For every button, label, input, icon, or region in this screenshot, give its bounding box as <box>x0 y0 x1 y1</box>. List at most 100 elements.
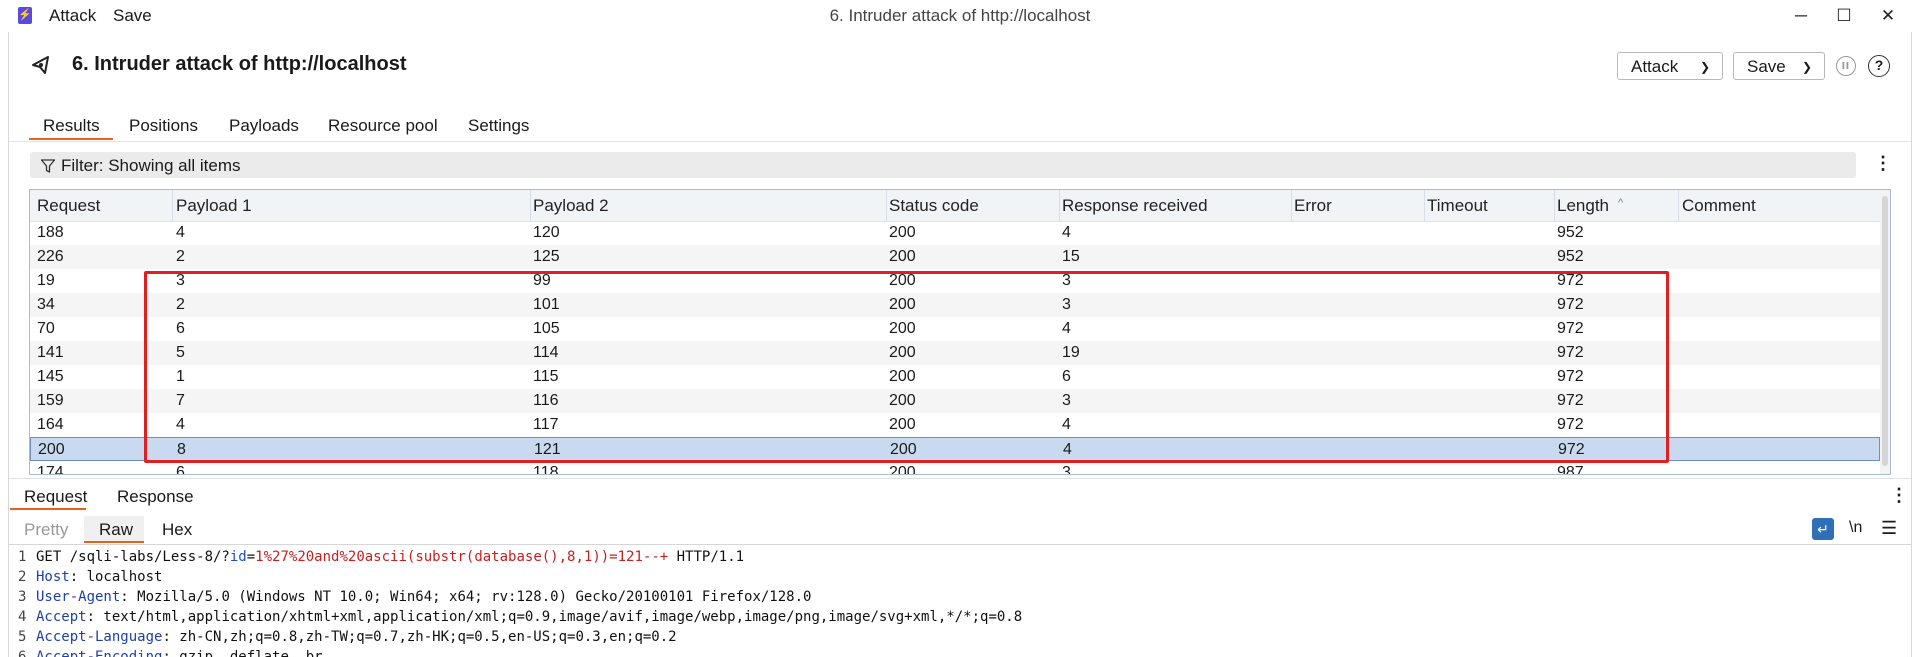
header-value: : text/html,application/xhtml+xml,applic… <box>86 609 1023 625</box>
chevron-down-icon: ❯ <box>1699 60 1710 74</box>
cell-payload-2: 120 <box>533 224 560 241</box>
cell-request: 141 <box>37 344 64 361</box>
cell-length: 952 <box>1557 224 1584 241</box>
column-header-comment[interactable]: Comment <box>1682 196 1756 216</box>
attack-dropdown-button[interactable]: Attack ❯ <box>1617 52 1723 80</box>
more-options-icon[interactable]: ⋮ <box>1890 485 1908 506</box>
query-equals: = <box>246 549 256 565</box>
header-name: User-Agent <box>36 589 121 605</box>
menu-save[interactable]: Save <box>113 6 152 26</box>
line-number: 3 <box>18 589 27 605</box>
column-header-timeout[interactable]: Timeout <box>1427 196 1488 216</box>
column-separator[interactable] <box>1059 190 1060 221</box>
column-separator[interactable] <box>530 190 531 221</box>
tab-resource-pool[interactable]: Resource pool <box>328 116 438 136</box>
chevron-down-icon: ❯ <box>1801 60 1812 74</box>
menu-attack[interactable]: Attack <box>49 6 96 26</box>
raw-request-editor[interactable]: 1 GET /sqli-labs/Less-8/?id=1%27%20and%2… <box>0 547 1920 657</box>
header-value: : Mozilla/5.0 (Windows NT 10.0; Win64; x… <box>120 589 812 605</box>
header-value: : zh-CN,zh;q=0.8,zh-TW;q=0.7,zh-HK;q=0.5… <box>162 629 677 645</box>
filter-bar[interactable] <box>30 152 1856 178</box>
line-number: 5 <box>18 629 27 645</box>
hamburger-menu-icon[interactable]: ☰ <box>1881 518 1897 539</box>
more-options-icon[interactable]: ⋮ <box>1874 153 1892 174</box>
request-line: GET /sqli-labs/Less-8/?id=1%27%20and%20a… <box>36 549 744 565</box>
close-icon[interactable]: ✕ <box>1871 2 1905 30</box>
column-separator[interactable] <box>1554 190 1555 221</box>
scrollbar-thumb[interactable] <box>1882 196 1888 466</box>
column-header-status-code[interactable]: Status code <box>889 196 979 216</box>
tab-hex[interactable]: Hex <box>162 520 192 540</box>
table-header: Request Payload 1 Payload 2 Status code … <box>30 190 1880 222</box>
tab-pretty[interactable]: Pretty <box>24 520 68 540</box>
http-method: GET <box>36 549 70 565</box>
active-subtab-indicator <box>10 508 86 510</box>
http-version: HTTP/1.1 <box>668 549 745 565</box>
column-header-error[interactable]: Error <box>1294 196 1332 216</box>
show-newlines-button[interactable]: \n <box>1849 519 1862 537</box>
cell-response-received: 4 <box>1062 224 1071 241</box>
cell-request: 159 <box>37 392 64 409</box>
table-row[interactable]: 226 2 125 200 15 952 <box>30 245 1880 269</box>
column-separator[interactable] <box>1678 190 1679 221</box>
tab-settings[interactable]: Settings <box>468 116 529 136</box>
query-param-name: id <box>229 549 247 565</box>
tab-results[interactable]: Results <box>43 116 100 136</box>
maximize-icon[interactable]: ☐ <box>1827 2 1861 30</box>
pane-divider[interactable] <box>9 478 1911 479</box>
tab-request[interactable]: Request <box>24 487 87 507</box>
highlight-annotation-box <box>144 271 1669 463</box>
tab-response[interactable]: Response <box>117 487 194 507</box>
header-name: Accept-Encoding <box>36 649 163 657</box>
column-separator[interactable] <box>1291 190 1292 221</box>
header-value: : gzip, deflate, br <box>162 649 323 657</box>
header-value: : localhost <box>69 569 163 585</box>
cell-payload-2: 125 <box>533 248 560 265</box>
column-header-request[interactable]: Request <box>37 196 100 216</box>
cell-request: 70 <box>37 320 55 337</box>
line-number: 6 <box>18 649 27 657</box>
table-row[interactable]: 188 4 120 200 4 952 <box>30 221 1880 245</box>
tab-payloads[interactable]: Payloads <box>229 116 299 136</box>
cell-request: 226 <box>37 248 64 265</box>
page-title: 6. Intruder attack of http://localhost <box>72 53 407 75</box>
cell-payload-1: 4 <box>176 224 185 241</box>
tabs-divider <box>9 141 1911 142</box>
cell-status-code: 200 <box>889 224 916 241</box>
header-line: Accept: text/html,application/xhtml+xml,… <box>36 609 1022 625</box>
header-line: Accept-Language: zh-CN,zh;q=0.8,zh-TW;q=… <box>36 629 677 645</box>
cell-status-code: 200 <box>889 464 916 475</box>
save-dropdown-button[interactable]: Save ❯ <box>1733 52 1825 80</box>
column-header-length[interactable]: Length <box>1557 196 1609 216</box>
header-name: Accept <box>36 609 87 625</box>
column-separator[interactable] <box>1424 190 1425 221</box>
query-param-value: 1%27%20and%20ascii(substr(database(),8,1… <box>255 549 669 565</box>
header-name: Host <box>36 569 70 585</box>
cell-request: 164 <box>37 416 64 433</box>
column-separator[interactable] <box>886 190 887 221</box>
column-separator[interactable] <box>172 190 173 221</box>
title-bar <box>0 0 1920 32</box>
burp-logo-icon: ⚡ <box>18 7 32 24</box>
column-header-response-received[interactable]: Response received <box>1062 196 1208 216</box>
tab-positions[interactable]: Positions <box>129 116 198 136</box>
line-number: 1 <box>18 549 27 565</box>
sort-ascending-icon: ^ <box>1618 197 1624 209</box>
pause-icon[interactable] <box>1836 56 1856 76</box>
table-row[interactable]: 174 6 118 200 3 987 <box>30 461 1880 475</box>
column-header-payload-1[interactable]: Payload 1 <box>176 196 252 216</box>
tab-raw[interactable]: Raw <box>99 520 133 540</box>
minimize-icon[interactable]: ─ <box>1784 2 1818 30</box>
cell-length: 987 <box>1557 464 1584 475</box>
save-button-label: Save <box>1747 57 1786 76</box>
cell-request: 188 <box>37 224 64 241</box>
help-icon[interactable]: ? <box>1868 55 1890 77</box>
cell-request: 174 <box>37 464 64 475</box>
cell-response-received: 3 <box>1062 464 1071 475</box>
column-header-payload-2[interactable]: Payload 2 <box>533 196 609 216</box>
attack-button-label: Attack <box>1631 57 1679 76</box>
wrap-lines-icon[interactable]: ↵ <box>1812 518 1834 540</box>
filter-label: Filter: Showing all items <box>61 156 241 175</box>
cell-status-code: 200 <box>889 248 916 265</box>
active-view-indicator <box>84 541 144 543</box>
